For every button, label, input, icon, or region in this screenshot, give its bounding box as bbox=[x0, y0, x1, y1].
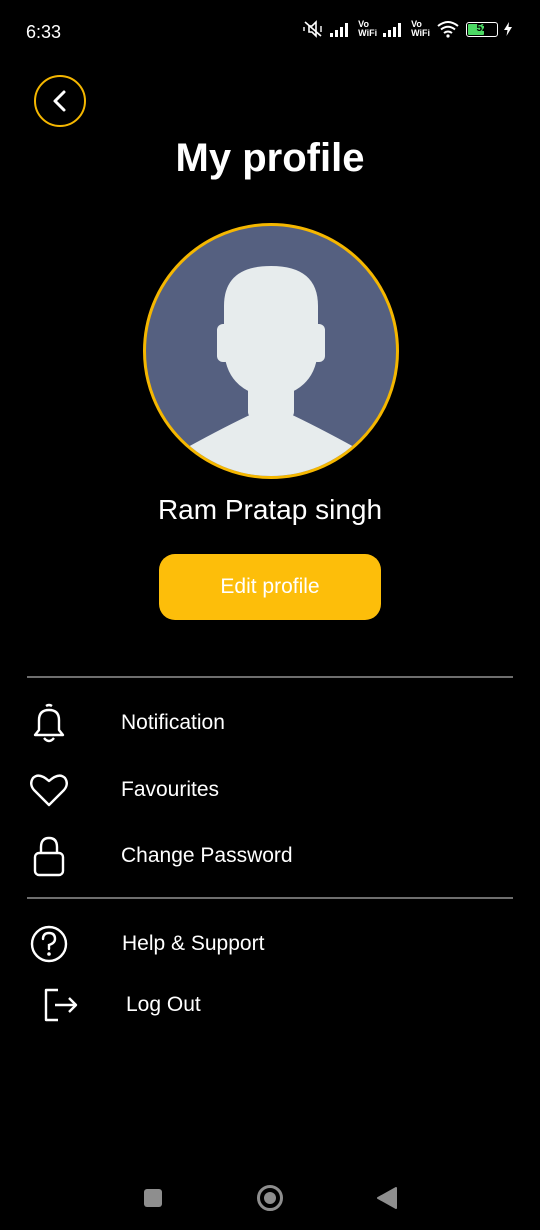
user-name: Ram Pratap singh bbox=[157, 494, 383, 525]
wifi-icon bbox=[437, 21, 459, 38]
battery-icon: 52 bbox=[466, 21, 498, 37]
edit-profile-button[interactable]: Edit profile bbox=[159, 554, 381, 620]
avatar[interactable] bbox=[143, 223, 399, 479]
page-title: My profile bbox=[175, 136, 365, 180]
back-icon bbox=[377, 1187, 397, 1209]
divider bbox=[27, 897, 513, 899]
menu-item-help-support[interactable]: Help & Support bbox=[28, 918, 508, 970]
divider bbox=[27, 676, 513, 678]
navigation-bar bbox=[0, 1160, 540, 1230]
signal-icon bbox=[330, 23, 349, 37]
menu-item-log-out[interactable]: Log Out bbox=[28, 979, 508, 1031]
help-icon bbox=[28, 923, 70, 965]
menu-item-notification[interactable]: Notification bbox=[28, 697, 508, 749]
menu-item-label: Favourites bbox=[121, 778, 220, 801]
signal-icon bbox=[383, 23, 402, 37]
mute-icon bbox=[303, 20, 322, 38]
status-time: 6:33 bbox=[26, 22, 62, 42]
recents-icon bbox=[144, 1189, 162, 1207]
menu-item-change-password[interactable]: Change Password bbox=[28, 830, 508, 882]
logout-icon bbox=[40, 984, 82, 1026]
back-button[interactable] bbox=[34, 75, 86, 127]
menu-item-label: Change Password bbox=[121, 844, 293, 867]
recents-button[interactable] bbox=[143, 1188, 163, 1213]
menu-item-favourites[interactable]: Favourites bbox=[28, 764, 508, 816]
heart-icon bbox=[28, 769, 70, 811]
back-nav-button[interactable] bbox=[376, 1186, 398, 1215]
menu-item-label: Help & Support bbox=[122, 932, 265, 955]
status-bar: 6:33 Vo WiFi Vo WiFi 52 bbox=[0, 0, 540, 64]
menu-item-label: Log Out bbox=[126, 993, 201, 1016]
chevron-left-icon bbox=[53, 90, 66, 112]
charging-icon bbox=[504, 22, 512, 36]
vowifi-label: Vo WiFi bbox=[411, 19, 430, 38]
status-icons: Vo WiFi Vo WiFi 52 bbox=[302, 20, 512, 38]
lock-icon bbox=[28, 835, 70, 877]
home-button[interactable] bbox=[256, 1184, 284, 1217]
home-icon bbox=[257, 1185, 283, 1211]
menu-item-label: Notification bbox=[121, 711, 225, 734]
vowifi-label: Vo WiFi bbox=[358, 19, 378, 38]
person-silhouette-icon bbox=[186, 266, 356, 476]
battery-level: 52 bbox=[476, 22, 488, 34]
bell-icon bbox=[28, 702, 70, 744]
